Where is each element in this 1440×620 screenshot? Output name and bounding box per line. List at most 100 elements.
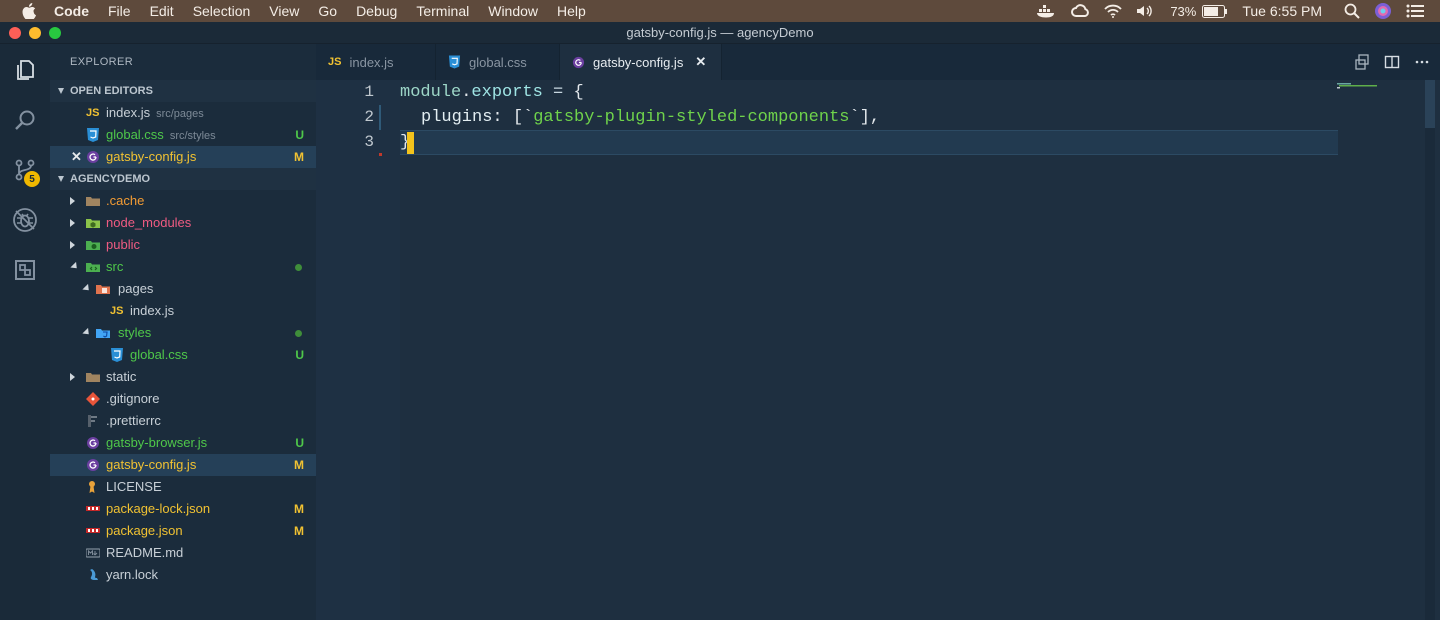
open-changes-icon[interactable] [1354,54,1370,70]
window-titlebar: gatsby-config.js — agencyDemo [0,22,1440,44]
open-editor-label: index.js src/pages [106,105,204,120]
tree-item-label: global.css [130,347,188,362]
search-activity-button[interactable] [0,96,50,144]
source-control-badge: 5 [24,171,40,187]
git-status: M [294,524,304,538]
macos-menubar: Code File Edit Selection View Go Debug T… [0,0,1440,22]
tree-item-label: styles [118,325,152,340]
code-line-1: module.exports = { [400,83,584,102]
js-file-icon: JS [328,56,342,68]
minimize-window-button[interactable] [29,27,41,39]
open-editor-item[interactable]: ✕ gatsby-config.js M [50,146,316,168]
close-icon[interactable]: ✕ [71,146,82,168]
collapse-chevron-icon [58,176,64,182]
tree-item-package-lock[interactable]: package-lock.json M [50,498,316,520]
wifi-icon[interactable] [1104,4,1122,18]
tree-item-gatsby-config[interactable]: gatsby-config.js M [50,454,316,476]
expand-chevron-icon [70,373,75,381]
extensions-activity-button[interactable] [0,246,50,294]
more-actions-icon[interactable] [1414,54,1430,70]
zoom-window-button[interactable] [49,27,61,39]
current-line-highlight [400,130,1338,155]
tree-item-gitignore[interactable]: .gitignore [50,388,316,410]
open-editor-item[interactable]: global.css src/styles U [50,124,316,146]
menu-app-name[interactable]: Code [54,3,89,19]
notification-center-icon[interactable] [1406,4,1424,18]
tree-item-label: .prettierrc [106,413,161,428]
tab-global-css[interactable]: global.css [436,44,560,80]
tree-item-package-json[interactable]: package.json M [50,520,316,542]
gatsby-file-icon [87,459,99,471]
expand-chevron-icon [70,197,75,205]
battery-icon[interactable] [1202,4,1228,18]
extensions-icon [15,260,35,280]
folder-icon [86,197,100,206]
docker-icon[interactable] [1036,4,1056,18]
tree-item-readme[interactable]: README.md [50,542,316,564]
close-tab-icon[interactable]: ✕ [695,54,706,70]
menu-help[interactable]: Help [557,3,586,19]
tree-item-license[interactable]: LICENSE [50,476,316,498]
volume-icon[interactable] [1136,4,1156,18]
tree-item-static[interactable]: static [50,366,316,388]
menubar-clock[interactable]: Tue 6:55 PM [1242,3,1322,19]
tree-item-public[interactable]: public [50,234,316,256]
tree-item-gatsby-browser[interactable]: gatsby-browser.js U [50,432,316,454]
split-editor-icon[interactable] [1384,54,1400,70]
menu-go[interactable]: Go [318,3,337,19]
css-file-icon [448,55,461,69]
menu-edit[interactable]: Edit [150,3,174,19]
open-editors-header[interactable]: OPEN EDITORS [50,80,316,102]
tree-item-styles[interactable]: styles [50,322,316,344]
open-editor-label: gatsby-config.js [106,149,197,164]
minimap[interactable] [1337,83,1385,89]
tree-item-label: public [106,237,140,252]
menu-terminal[interactable]: Terminal [416,3,469,19]
modified-dot-icon [295,330,302,337]
window-title: gatsby-config.js — agencyDemo [626,25,814,40]
tree-item-label: .cache [106,193,145,208]
menu-view[interactable]: View [269,3,299,19]
menu-file[interactable]: File [108,3,131,19]
tree-item-yarn-lock[interactable]: yarn.lock [50,564,316,586]
project-header[interactable]: AGENCYDEMO [50,168,316,190]
creative-cloud-icon[interactable] [1070,4,1090,18]
tree-item-pages[interactable]: pages [50,278,316,300]
tree-item-index-js[interactable]: JS index.js [50,300,316,322]
tab-gatsby-config-js[interactable]: gatsby-config.js ✕ [560,44,722,80]
npm-file-icon [86,528,100,533]
source-control-activity-button[interactable] [0,146,50,194]
markdown-file-icon [86,548,100,558]
scrollbar-thumb[interactable] [1425,80,1435,128]
apple-logo-icon[interactable] [20,3,38,19]
debug-activity-button[interactable] [0,196,50,244]
tree-item-src[interactable]: src [50,256,316,278]
close-window-button[interactable] [9,27,21,39]
menu-selection[interactable]: Selection [193,3,251,19]
gatsby-file-icon [87,437,99,449]
editor-actions [1354,54,1430,70]
explorer-activity-button[interactable] [0,46,50,94]
git-status: M [294,502,304,516]
tree-item-prettierrc[interactable]: .prettierrc [50,410,316,432]
git-status: U [295,436,304,450]
tree-item-global-css[interactable]: global.css U [50,344,316,366]
tree-item-cache[interactable]: .cache [50,190,316,212]
vertical-scrollbar[interactable] [1425,80,1435,620]
tab-index-js[interactable]: JS index.js [316,44,436,80]
files-icon [17,60,34,80]
menu-window[interactable]: Window [488,3,538,19]
tree-item-label: gatsby-browser.js [106,435,208,450]
code-editor[interactable]: 1 2 3 module.exports = { plugins: [`gats… [316,80,1440,620]
spotlight-search-icon[interactable] [1344,3,1360,19]
tree-item-label: node_modules [106,215,192,230]
npm-file-icon [86,506,100,511]
open-editor-item[interactable]: JS index.js src/pages [50,102,316,124]
tree-item-node-modules[interactable]: node_modules [50,212,316,234]
pages-folder-icon [96,285,110,294]
menu-debug[interactable]: Debug [356,3,397,19]
tree-item-label: pages [118,281,154,296]
public-folder-icon [86,241,100,250]
gatsby-file-icon [87,151,99,163]
siri-icon[interactable] [1374,2,1392,20]
